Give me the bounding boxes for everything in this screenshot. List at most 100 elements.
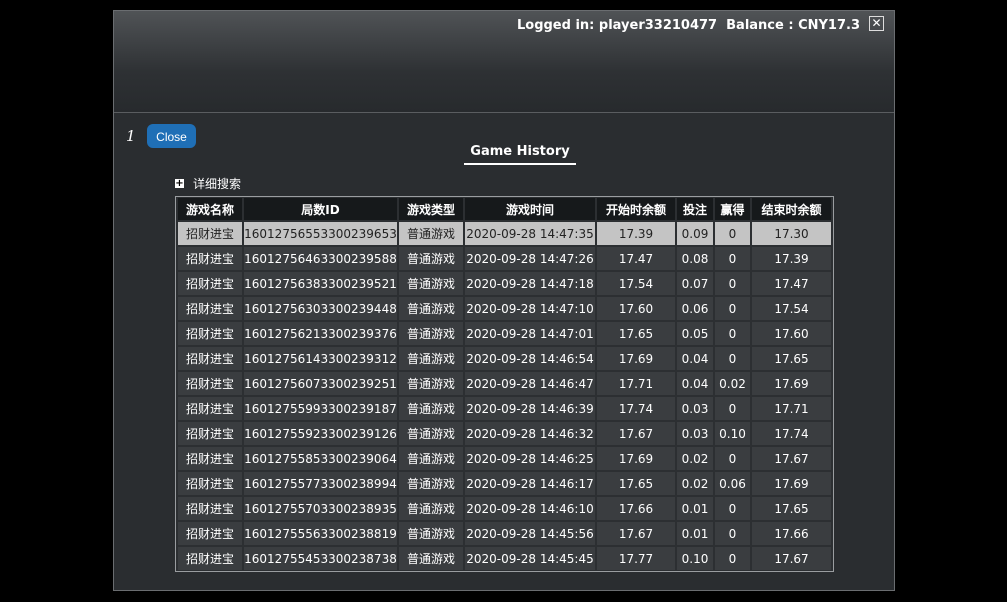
- table-cell: 0: [715, 247, 750, 270]
- table-row[interactable]: 招财进宝 16012755923300239126 普通游戏 2020-09-28 1…: [178, 422, 831, 445]
- table-cell: 0.02: [715, 372, 750, 395]
- table-cell: 普通游戏: [399, 397, 463, 420]
- table-cell: 2020-09-28 14:46:25: [465, 447, 595, 470]
- table-cell: 17.77: [597, 547, 675, 570]
- table-cell: 17.39: [752, 247, 831, 270]
- history-table: 游戏名称 局数ID 游戏类型 游戏时间 开始时余额 投注 赢得 结束时余额 招财进宝 16012…: [176, 196, 833, 572]
- table-cell: 17.54: [752, 297, 831, 320]
- table-row[interactable]: 招财进宝 16012756213300239376 普通游戏 2020-09-28 1…: [178, 322, 831, 345]
- table-header-row: 游戏名称 局数ID 游戏类型 游戏时间 开始时余额 投注 赢得 结束时余额: [178, 198, 831, 220]
- table-cell: 17.67: [597, 422, 675, 445]
- table-row[interactable]: 招财进宝 16012756383300239521 普通游戏 2020-09-28 1…: [178, 272, 831, 295]
- table-cell: 16012755993300239187: [244, 397, 397, 420]
- table-cell: 17.65: [752, 347, 831, 370]
- table-cell: 0.01: [677, 522, 713, 545]
- table-cell: 0: [715, 397, 750, 420]
- table-row[interactable]: 招财进宝 16012755563300238819 普通游戏 2020-09-28 1…: [178, 522, 831, 545]
- table-cell: 普通游戏: [399, 347, 463, 370]
- table-row[interactable]: 招财进宝 16012755773300238994 普通游戏 2020-09-28 1…: [178, 472, 831, 495]
- advanced-search-toggle[interactable]: + 详细搜索: [175, 175, 241, 192]
- table-cell: 2020-09-28 14:46:10: [465, 497, 595, 520]
- table-cell: 招财进宝: [178, 522, 242, 545]
- column-header: 赢得: [715, 198, 750, 220]
- table-cell: 0.03: [677, 422, 713, 445]
- table-cell: 招财进宝: [178, 397, 242, 420]
- table-row[interactable]: 招财进宝 16012756553300239653 普通游戏 2020-09-28 1…: [178, 222, 831, 245]
- page-number: 1: [126, 127, 136, 145]
- table-cell: 16012755703300238935: [244, 497, 397, 520]
- table-cell: 2020-09-28 14:46:47: [465, 372, 595, 395]
- table-cell: 0.01: [677, 497, 713, 520]
- table-row[interactable]: 招财进宝 16012755453300238738 普通游戏 2020-09-28 1…: [178, 547, 831, 570]
- table-cell: 招财进宝: [178, 372, 242, 395]
- table-cell: 16012756383300239521: [244, 272, 397, 295]
- table-cell: 17.69: [597, 447, 675, 470]
- table-cell: 招财进宝: [178, 272, 242, 295]
- table-cell: 0: [715, 547, 750, 570]
- login-balance-text: Logged in: player33210477 Balance : CNY1…: [516, 18, 860, 33]
- table-cell: 招财进宝: [178, 322, 242, 345]
- table-cell: 2020-09-28 14:45:56: [465, 522, 595, 545]
- table-row[interactable]: 招财进宝 16012755853300239064 普通游戏 2020-09-28 1…: [178, 447, 831, 470]
- table-cell: 17.74: [752, 422, 831, 445]
- table-cell: 招财进宝: [178, 247, 242, 270]
- table-cell: 2020-09-28 14:47:18: [465, 272, 595, 295]
- table-cell: 17.69: [752, 472, 831, 495]
- table-cell: 17.66: [597, 497, 675, 520]
- table-cell: 0: [715, 297, 750, 320]
- column-header: 局数ID: [244, 198, 397, 220]
- table-cell: 2020-09-28 14:47:10: [465, 297, 595, 320]
- table-cell: 普通游戏: [399, 372, 463, 395]
- table-cell: 普通游戏: [399, 522, 463, 545]
- table-cell: 0.06: [677, 297, 713, 320]
- table-cell: 17.60: [752, 322, 831, 345]
- table-cell: 17.67: [597, 522, 675, 545]
- table-cell: 招财进宝: [178, 297, 242, 320]
- table-cell: 16012755453300238738: [244, 547, 397, 570]
- table-cell: 16012755923300239126: [244, 422, 397, 445]
- table-row[interactable]: 招财进宝 16012756143300239312 普通游戏 2020-09-28 1…: [178, 347, 831, 370]
- table-cell: 16012756303300239448: [244, 297, 397, 320]
- column-header: 开始时余额: [597, 198, 675, 220]
- close-button[interactable]: Close: [147, 124, 196, 148]
- column-header: 投注: [677, 198, 713, 220]
- table-cell: 17.65: [752, 497, 831, 520]
- table-row[interactable]: 招财进宝 16012756303300239448 普通游戏 2020-09-28 1…: [178, 297, 831, 320]
- table-cell: 招财进宝: [178, 472, 242, 495]
- table-cell: 招财进宝: [178, 222, 242, 245]
- table-cell: 0.04: [677, 347, 713, 370]
- table-cell: 普通游戏: [399, 447, 463, 470]
- table-cell: 17.60: [597, 297, 675, 320]
- table-cell: 17.39: [597, 222, 675, 245]
- table-row[interactable]: 招财进宝 16012755703300238935 普通游戏 2020-09-28 1…: [178, 497, 831, 520]
- table-row[interactable]: 招财进宝 16012756073300239251 普通游戏 2020-09-28 1…: [178, 372, 831, 395]
- table-cell: 招财进宝: [178, 447, 242, 470]
- table-cell: 普通游戏: [399, 322, 463, 345]
- table-cell: 0: [715, 222, 750, 245]
- table-cell: 普通游戏: [399, 297, 463, 320]
- table-cell: 16012756463300239588: [244, 247, 397, 270]
- close-icon[interactable]: ✕: [869, 16, 884, 31]
- column-header: 结束时余额: [752, 198, 831, 220]
- advanced-search-label: 详细搜索: [193, 177, 242, 191]
- table-cell: 17.47: [597, 247, 675, 270]
- table-row[interactable]: 招财进宝 16012756463300239588 普通游戏 2020-09-28 1…: [178, 247, 831, 270]
- table-cell: 0.09: [677, 222, 713, 245]
- table-cell: 0.10: [677, 547, 713, 570]
- table-cell: 17.65: [597, 322, 675, 345]
- table-cell: 17.30: [752, 222, 831, 245]
- modal-header: Logged in: player33210477 Balance : CNY1…: [114, 11, 894, 113]
- table-cell: 普通游戏: [399, 247, 463, 270]
- table-cell: 0.07: [677, 272, 713, 295]
- table-cell: 0: [715, 522, 750, 545]
- table-cell: 2020-09-28 14:47:01: [465, 322, 595, 345]
- table-cell: 16012755853300239064: [244, 447, 397, 470]
- table-cell: 0: [715, 272, 750, 295]
- table-cell: 招财进宝: [178, 347, 242, 370]
- table-row[interactable]: 招财进宝 16012755993300239187 普通游戏 2020-09-28 1…: [178, 397, 831, 420]
- table-cell: 17.47: [752, 272, 831, 295]
- page-title: Game History: [464, 144, 576, 165]
- table-cell: 17.71: [752, 397, 831, 420]
- table-cell: 2020-09-28 14:46:17: [465, 472, 595, 495]
- table-cell: 0.08: [677, 247, 713, 270]
